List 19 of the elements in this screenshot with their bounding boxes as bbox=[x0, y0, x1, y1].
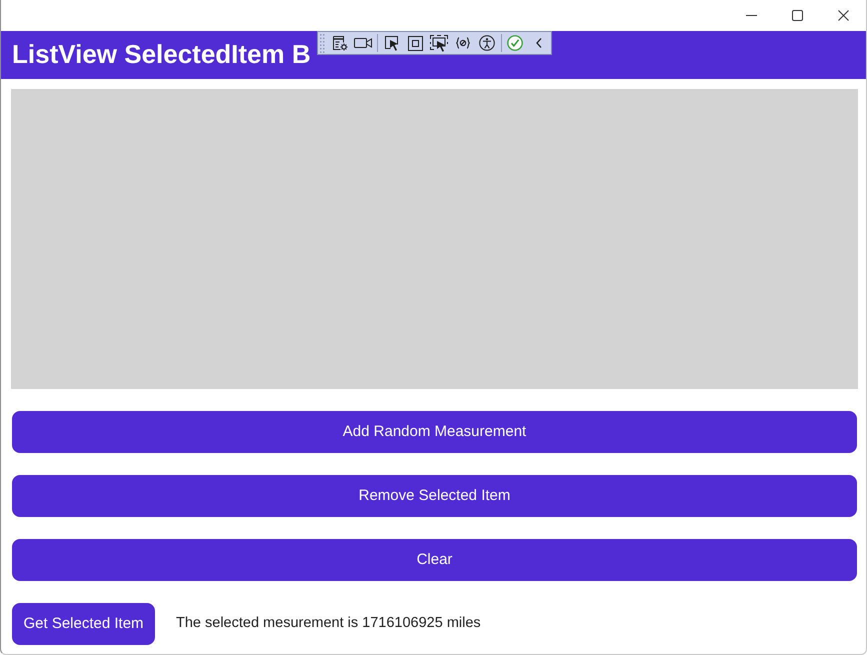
box-cursor-icon[interactable] bbox=[384, 34, 401, 52]
grip-icon[interactable] bbox=[320, 33, 325, 53]
minimize-icon bbox=[746, 15, 756, 16]
action-button[interactable]: Remove Selected Item bbox=[12, 475, 857, 517]
chevron-left-icon[interactable] bbox=[536, 38, 542, 48]
action-button[interactable]: Clear bbox=[12, 539, 857, 581]
accessibility-icon[interactable] bbox=[478, 35, 495, 51]
page-title: ListView SelectedItem B bbox=[12, 39, 311, 71]
action-button[interactable]: Add Random Measurement bbox=[12, 411, 857, 453]
get-selected-button[interactable]: Get Selected Item bbox=[12, 603, 155, 645]
check-circle-icon[interactable] bbox=[507, 35, 524, 51]
nested-squares-icon[interactable] bbox=[408, 36, 424, 50]
video-camera-icon[interactable] bbox=[354, 37, 372, 49]
braces-slash-icon[interactable] bbox=[456, 37, 470, 49]
dashed-frame-cursor-icon[interactable] bbox=[430, 34, 448, 52]
close-icon bbox=[838, 10, 848, 21]
document-gear-icon[interactable] bbox=[332, 35, 348, 51]
maximize-icon bbox=[792, 10, 802, 21]
selected-message: The selected mesurement is 1716106925 miles bbox=[176, 614, 481, 634]
